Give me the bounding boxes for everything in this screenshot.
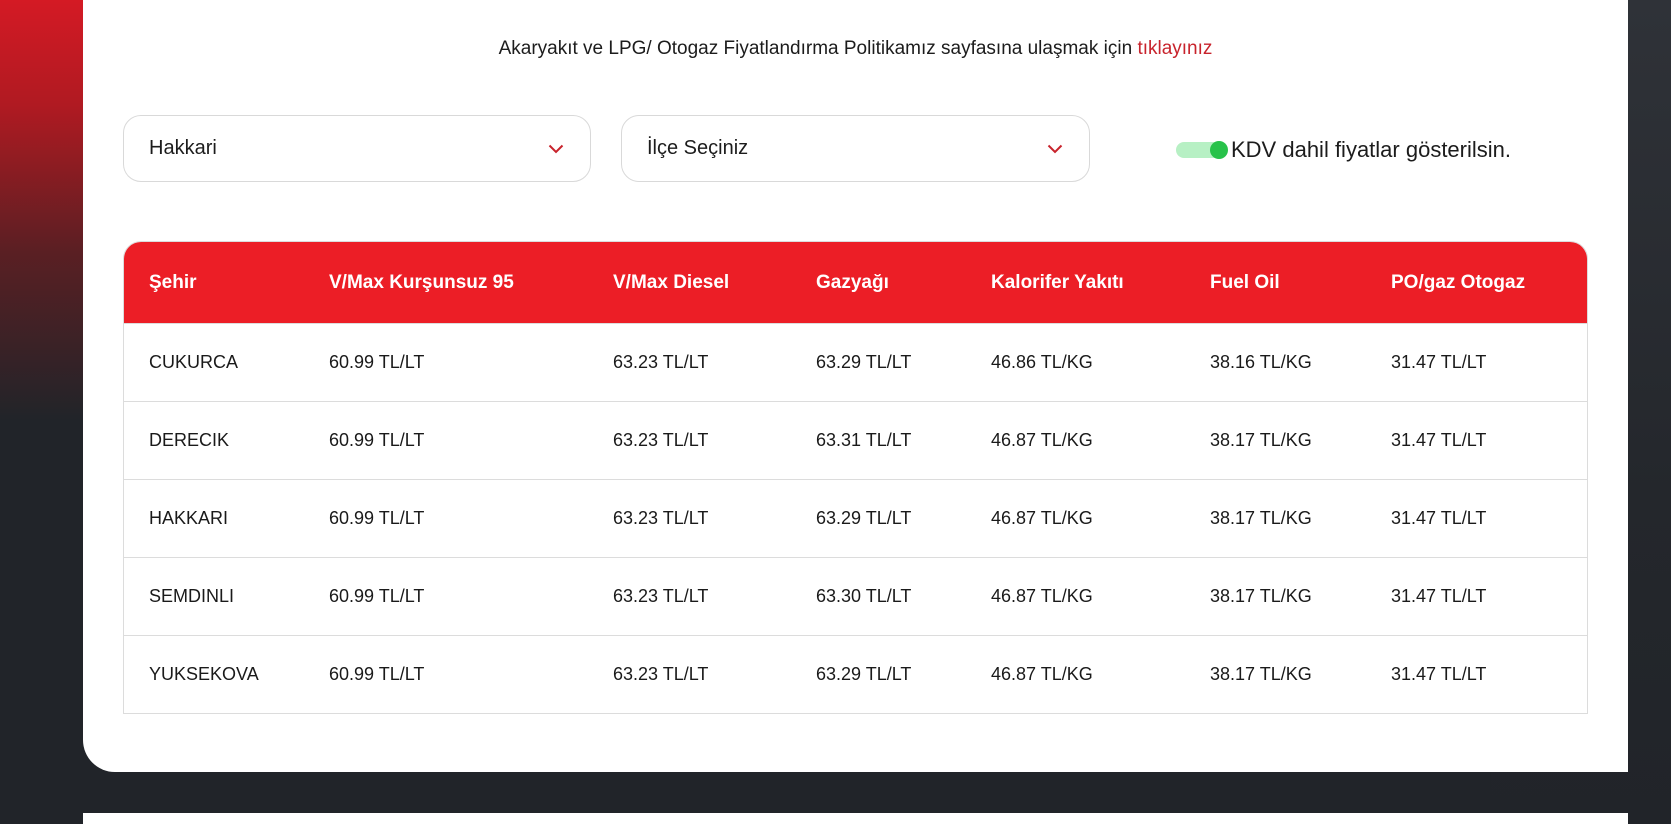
pricing-policy-text: Akaryakıt ve LPG/ Otogaz Fiyatlandırma P… xyxy=(498,38,1138,59)
cell-city: DERECIK xyxy=(149,430,230,450)
pricing-policy-link[interactable]: tıklayınız xyxy=(1137,38,1212,59)
vat-toggle-group: KDV dahil fiyatlar gösterilsin. xyxy=(1176,137,1511,163)
cell-vmax-diesel: 63.23 TL/LT xyxy=(613,586,709,606)
header-city: Şehir xyxy=(149,271,197,293)
header-vmax-95: V/Max Kurşunsuz 95 xyxy=(329,271,514,293)
cell-kerosene: 63.30 TL/LT xyxy=(816,586,912,606)
cell-vmax-95: 60.99 TL/LT xyxy=(329,664,425,684)
cell-vmax-95: 60.99 TL/LT xyxy=(329,352,425,372)
cell-fuel-oil: 38.17 TL/KG xyxy=(1210,664,1312,684)
table-row: SEMDINLI 60.99 TL/LT 63.23 TL/LT 63.30 T… xyxy=(124,557,1587,635)
table-row: YUKSEKOVA 60.99 TL/LT 63.23 TL/LT 63.29 … xyxy=(124,635,1587,713)
cell-fuel-oil: 38.17 TL/KG xyxy=(1210,586,1312,606)
header-heating-fuel: Kalorifer Yakıtı xyxy=(991,271,1124,293)
cell-vmax-diesel: 63.23 TL/LT xyxy=(613,508,709,528)
chevron-down-icon xyxy=(1046,140,1064,158)
cell-heating-fuel: 46.87 TL/KG xyxy=(991,664,1093,684)
district-select[interactable]: İlçe Seçiniz xyxy=(621,115,1090,182)
cell-heating-fuel: 46.87 TL/KG xyxy=(991,508,1093,528)
cell-vmax-diesel: 63.23 TL/LT xyxy=(613,430,709,450)
cell-heating-fuel: 46.86 TL/KG xyxy=(991,352,1093,372)
cell-city: HAKKARI xyxy=(149,508,229,528)
table-row: HAKKARI 60.99 TL/LT 63.23 TL/LT 63.29 TL… xyxy=(124,479,1587,557)
cell-kerosene: 63.31 TL/LT xyxy=(816,430,912,450)
cell-heating-fuel: 46.87 TL/KG xyxy=(991,586,1093,606)
table-row: CUKURCA 60.99 TL/LT 63.23 TL/LT 63.29 TL… xyxy=(124,323,1587,401)
cell-fuel-oil: 38.17 TL/KG xyxy=(1210,508,1312,528)
cell-city: YUKSEKOVA xyxy=(149,664,259,684)
cell-fuel-oil: 38.16 TL/KG xyxy=(1210,352,1312,372)
cell-city: CUKURCA xyxy=(149,352,239,372)
cell-vmax-95: 60.99 TL/LT xyxy=(329,430,425,450)
district-select-value: İlçe Seçiniz xyxy=(647,137,749,159)
cell-vmax-95: 60.99 TL/LT xyxy=(329,508,425,528)
cell-autogas: 31.47 TL/LT xyxy=(1391,352,1487,372)
cell-autogas: 31.47 TL/LT xyxy=(1391,586,1487,606)
vat-toggle-knob xyxy=(1210,141,1228,159)
cell-heating-fuel: 46.87 TL/KG xyxy=(991,430,1093,450)
header-vmax-diesel: V/Max Diesel xyxy=(613,271,730,293)
pricing-policy-line: Akaryakıt ve LPG/ Otogaz Fiyatlandırma P… xyxy=(0,38,1671,60)
cell-vmax-95: 60.99 TL/LT xyxy=(329,586,425,606)
chevron-down-icon xyxy=(547,140,565,158)
cell-autogas: 31.47 TL/LT xyxy=(1391,508,1487,528)
cell-autogas: 31.47 TL/LT xyxy=(1391,430,1487,450)
cell-autogas: 31.47 TL/LT xyxy=(1391,664,1487,684)
city-select-value: Hakkari xyxy=(149,137,217,159)
cell-kerosene: 63.29 TL/LT xyxy=(816,508,912,528)
header-kerosene: Gazyağı xyxy=(816,271,889,293)
table-header: Şehir V/Max Kurşunsuz 95 V/Max Diesel Ga… xyxy=(124,242,1587,323)
cell-city: SEMDINLI xyxy=(149,586,235,606)
header-autogas: PO/gaz Otogaz xyxy=(1391,271,1526,293)
header-fuel-oil: Fuel Oil xyxy=(1210,271,1280,293)
table-row: DERECIK 60.99 TL/LT 63.23 TL/LT 63.31 TL… xyxy=(124,401,1587,479)
vat-toggle[interactable] xyxy=(1176,141,1228,159)
vat-toggle-label: KDV dahil fiyatlar gösterilsin. xyxy=(1231,137,1512,162)
city-select[interactable]: Hakkari xyxy=(123,115,591,182)
cell-kerosene: 63.29 TL/LT xyxy=(816,352,912,372)
cell-kerosene: 63.29 TL/LT xyxy=(816,664,912,684)
cell-fuel-oil: 38.17 TL/KG xyxy=(1210,430,1312,450)
cell-vmax-diesel: 63.23 TL/LT xyxy=(613,664,709,684)
next-section-panel xyxy=(83,813,1628,824)
cell-vmax-diesel: 63.23 TL/LT xyxy=(613,352,709,372)
fuel-price-table: Şehir V/Max Kurşunsuz 95 V/Max Diesel Ga… xyxy=(123,241,1588,714)
